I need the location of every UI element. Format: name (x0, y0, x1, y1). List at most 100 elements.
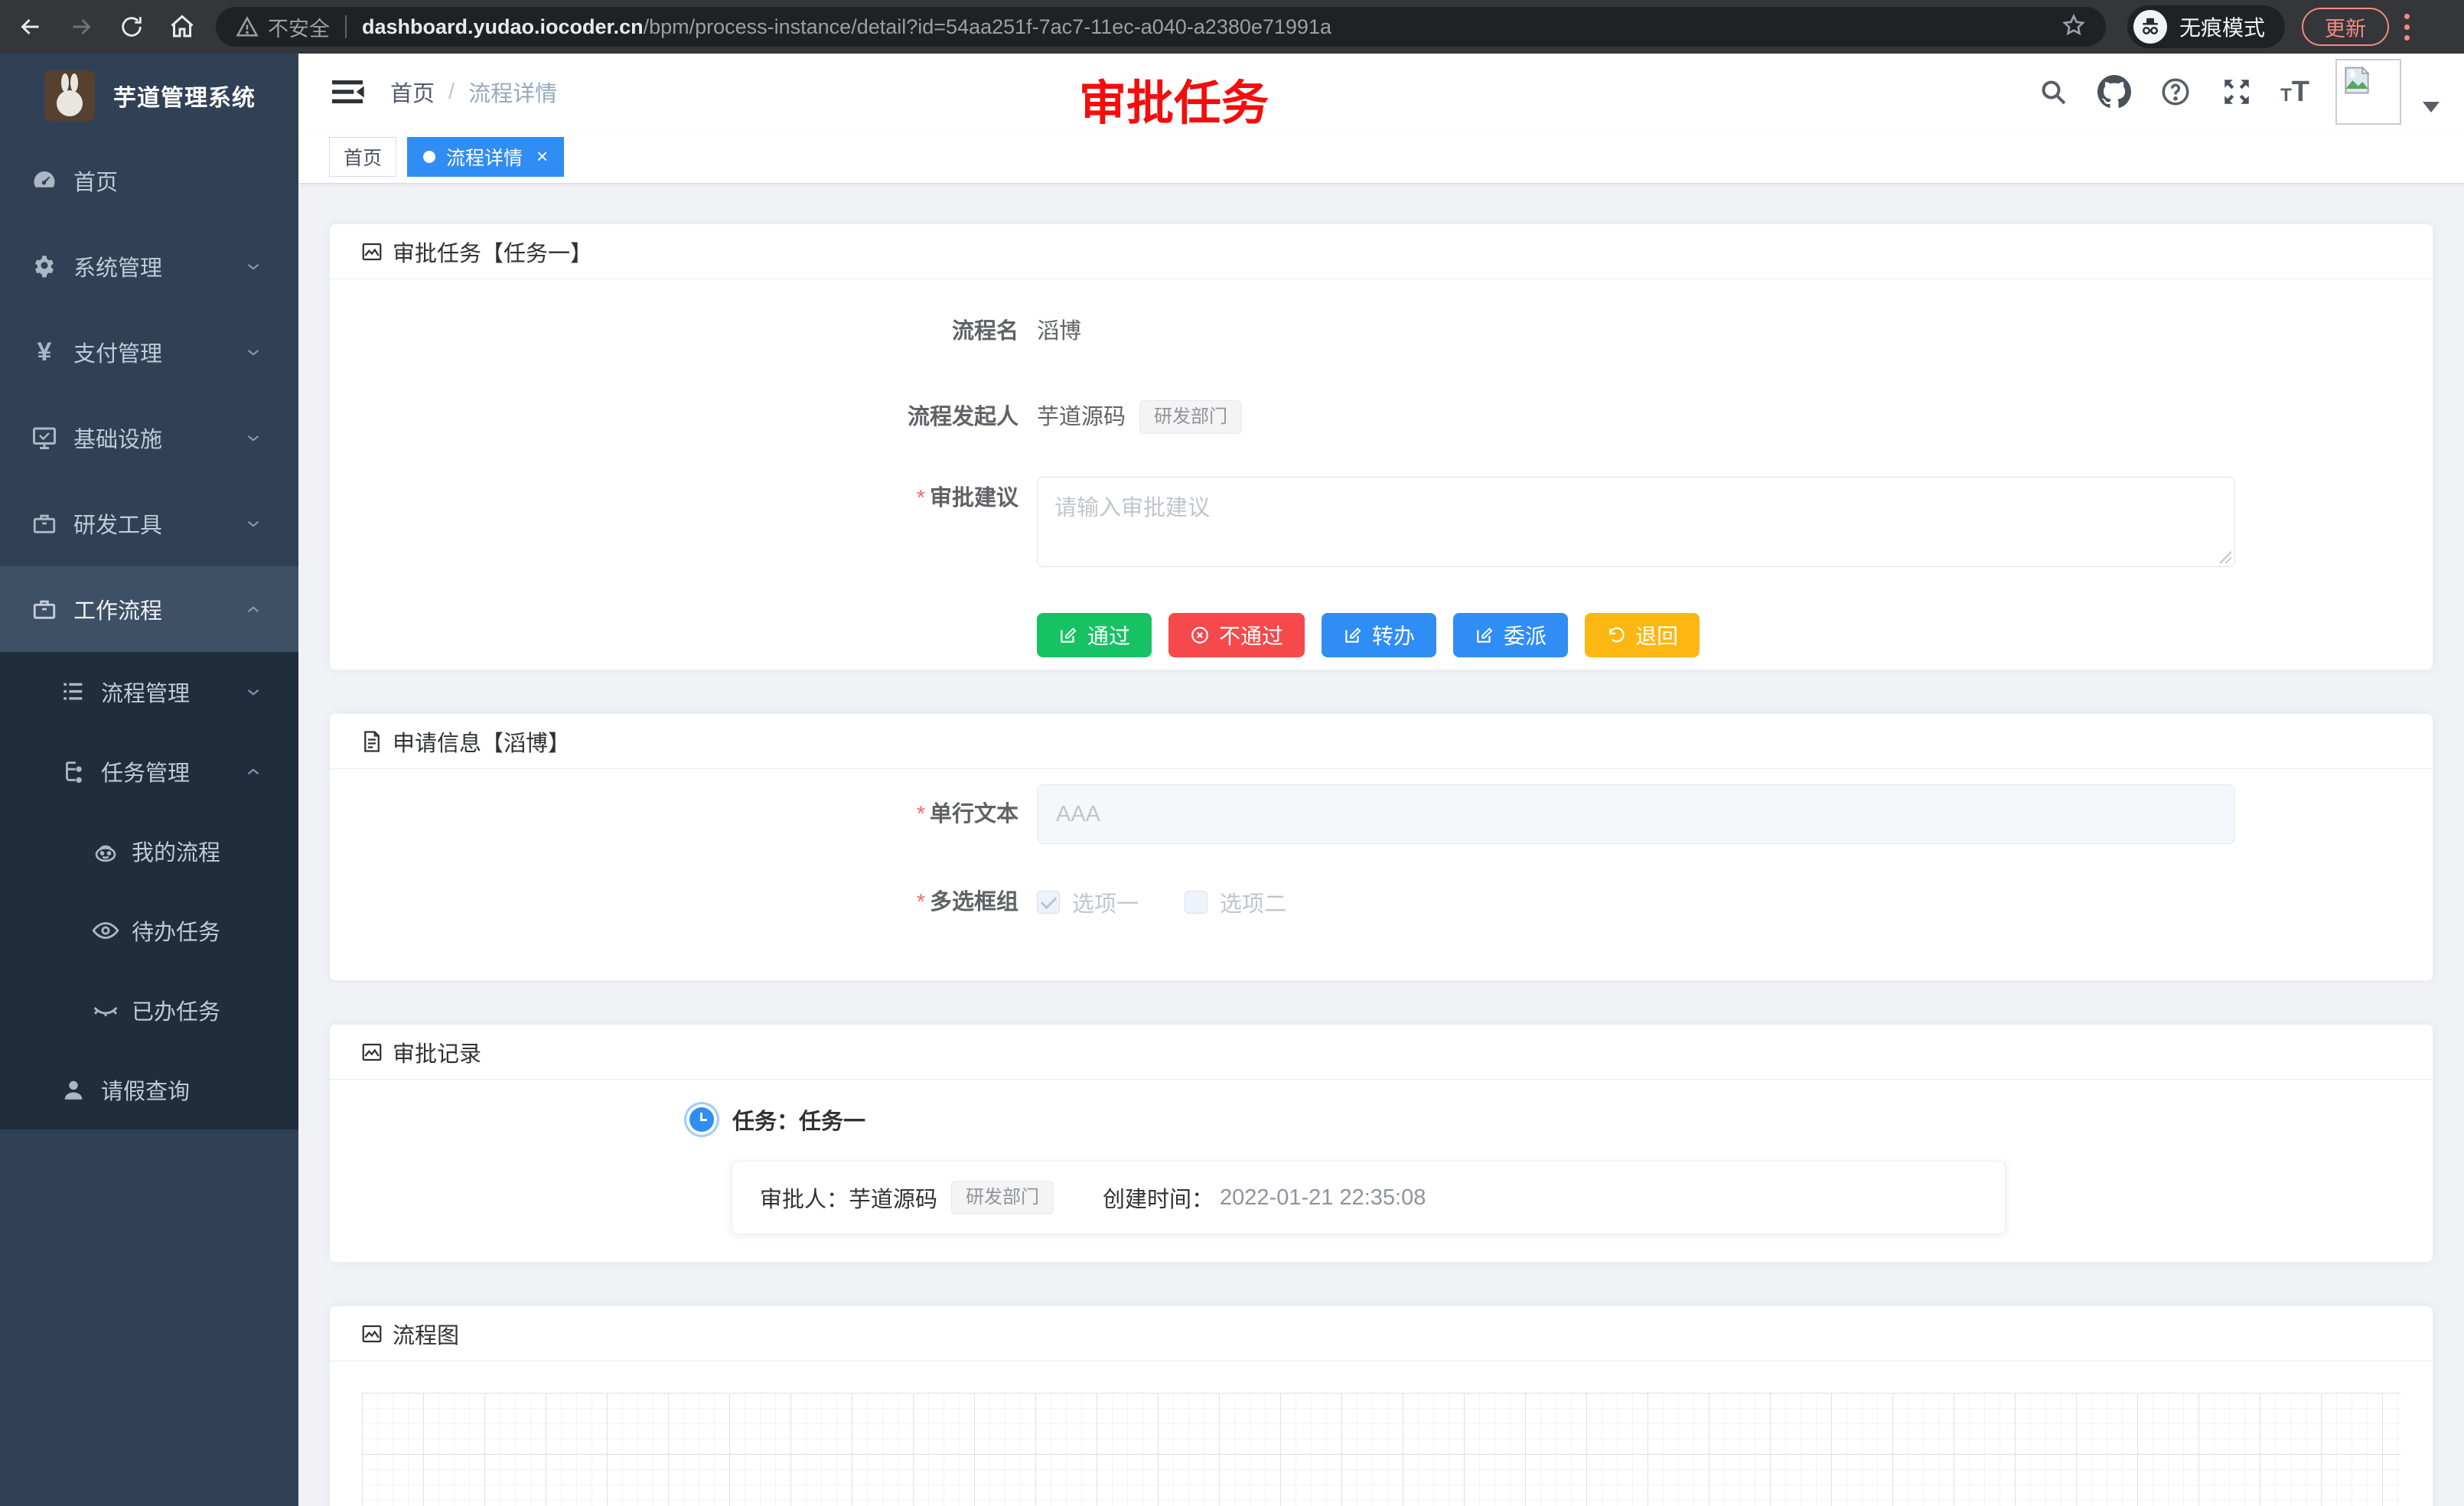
approval-actions: 通过 不通过 转办 委派 退回 (1037, 613, 2402, 693)
tab-close-icon[interactable]: × (536, 145, 548, 168)
chevron-down-icon (243, 513, 263, 533)
app-title: 芋道管理系统 (113, 79, 256, 112)
undo-icon (1606, 625, 1626, 645)
task-record-card: 审批人： 芋道源码 研发部门 创建时间： 2022-01-21 22:35:08 (732, 1161, 2006, 1234)
avatar-dropdown-caret[interactable] (2423, 102, 2440, 112)
workflow-submenu: 流程管理 任务管理 我的流程 待办任务 (0, 652, 298, 1130)
edit-icon (1475, 625, 1494, 645)
navbar-actions: TT (2035, 59, 2464, 125)
application-info-card: 申请信息【滔博】 *单行文本 AAA *多选框组 选项一 (329, 713, 2433, 981)
breadcrumb: 首页 / 流程详情 (390, 76, 557, 108)
sidebar-item-task-mgmt[interactable]: 任务管理 (0, 732, 298, 811)
top-navbar: 首页 / 流程详情 审批任务 TT (298, 54, 2464, 130)
transfer-button[interactable]: 转办 (1322, 613, 1436, 657)
initiator-row: 流程发起人 芋道源码 研发部门 (360, 396, 2402, 438)
org-tree-icon (58, 756, 89, 787)
breadcrumb-home[interactable]: 首页 (390, 76, 435, 108)
monitor-icon (29, 422, 60, 453)
app-logo-row[interactable]: 芋道管理系统 (0, 54, 298, 138)
incognito-icon (2133, 10, 2167, 44)
chevron-down-icon (243, 256, 263, 276)
delegate-button[interactable]: 委派 (1453, 613, 1568, 657)
edit-icon (1343, 625, 1363, 645)
sidebar-item-process-mgmt[interactable]: 流程管理 (0, 652, 298, 732)
url-separator (345, 15, 347, 38)
sidebar-item-devtools[interactable]: 研发工具 (0, 481, 298, 566)
approve-button[interactable]: 通过 (1037, 613, 1152, 657)
search-icon[interactable] (2035, 74, 2071, 109)
required-asterisk: * (917, 802, 925, 826)
active-tab-dot (423, 151, 435, 163)
briefcase-icon (29, 594, 60, 624)
required-asterisk: * (917, 890, 925, 914)
return-button[interactable]: 退回 (1585, 613, 1700, 657)
picture-icon (360, 1041, 383, 1064)
broken-image-icon (2340, 64, 2374, 97)
approval-task-card: 审批任务【任务一】 流程名 滔博 流程发起人 芋道源码 研发部门 *审批建议 (329, 223, 2433, 670)
document-icon (360, 730, 383, 753)
sidebar-item-todo-tasks[interactable]: 待办任务 (0, 891, 298, 970)
page-content: 审批任务【任务一】 流程名 滔博 流程发起人 芋道源码 研发部门 *审批建议 (298, 184, 2464, 1506)
face-icon (90, 836, 121, 866)
url-bar[interactable]: 不安全 dashboard.yudao.iocoder.cn/bpm/proce… (216, 7, 2106, 47)
sidebar-item-workflow[interactable]: 工作流程 (0, 566, 298, 652)
sidebar-item-done-tasks[interactable]: 已办任务 (0, 970, 298, 1050)
browser-menu-icon[interactable] (2404, 14, 2410, 41)
fullscreen-icon[interactable] (2219, 74, 2254, 109)
sidebar-item-home[interactable]: 首页 (0, 138, 298, 223)
reject-button[interactable]: 不通过 (1168, 613, 1305, 657)
browser-update-button[interactable]: 更新 (2302, 8, 2389, 46)
process-name-row: 流程名 滔博 (360, 310, 2402, 353)
tab-home[interactable]: 首页 (329, 137, 396, 177)
browser-reload-icon[interactable] (116, 11, 147, 42)
task-title: 任务：任务一 (732, 1103, 865, 1136)
checkbox-group: 选项一 选项二 (1037, 881, 1286, 924)
avatar[interactable] (2335, 59, 2401, 125)
sidebar-menu: 首页 系统管理 ¥ 支付管理 基础设施 研发工具 (0, 138, 298, 1130)
record-card-header: 审批记录 (330, 1025, 2433, 1080)
required-asterisk: * (917, 486, 925, 510)
app-logo (44, 70, 95, 121)
chevron-up-icon (243, 599, 263, 619)
resize-grip-icon[interactable] (2219, 551, 2231, 563)
sidebar-item-system[interactable]: 系统管理 (0, 223, 298, 309)
comment-textarea[interactable] (1038, 478, 2234, 566)
sidebar-item-leave-query[interactable]: 请假查询 (0, 1050, 298, 1130)
checkbox-option-2: 选项二 (1185, 886, 1286, 918)
picture-icon (360, 240, 383, 263)
bookmark-star-icon[interactable] (2061, 13, 2086, 41)
sidebar: 芋道管理系统 首页 系统管理 ¥ 支付管理 基础设施 (0, 54, 298, 1506)
checkbox-group-label: *多选框组 (360, 881, 1019, 924)
sidebar-item-my-process[interactable]: 我的流程 (0, 811, 298, 891)
bpmn-canvas[interactable] (362, 1393, 2400, 1506)
department-tag: 研发部门 (1139, 400, 1242, 434)
sidebar-collapse-icon[interactable] (326, 70, 369, 113)
main-area: 首页 / 流程详情 审批任务 TT 首页 流程详情 × (298, 54, 2464, 1506)
font-size-icon[interactable]: TT (2280, 76, 2309, 109)
sidebar-item-payment[interactable]: ¥ 支付管理 (0, 309, 298, 395)
sidebar-item-infrastructure[interactable]: 基础设施 (0, 395, 298, 481)
tab-process-detail[interactable]: 流程详情 × (407, 137, 564, 177)
single-text-row: *单行文本 AAA (360, 784, 2402, 844)
edit-icon (1058, 625, 1078, 645)
comment-textarea-wrap (1037, 477, 2235, 567)
github-icon[interactable] (2097, 74, 2132, 109)
picture-icon (360, 1322, 383, 1345)
incognito-badge: 无痕模式 (2127, 5, 2285, 48)
circle-close-icon (1190, 625, 1210, 645)
dashboard-icon (29, 165, 60, 196)
help-icon[interactable] (2158, 74, 2193, 109)
card-title: 审批记录 (393, 1036, 481, 1068)
approver-name: 芋道源码 (849, 1182, 937, 1214)
approver-label: 审批人： (760, 1182, 849, 1214)
list-tree-icon (58, 676, 89, 707)
tags-view-bar: 首页 流程详情 × (298, 130, 2464, 184)
browser-back-icon[interactable] (15, 11, 46, 42)
breadcrumb-separator: / (448, 80, 455, 105)
incognito-label: 无痕模式 (2179, 11, 2265, 42)
comment-label: *审批建议 (360, 477, 1019, 520)
process-name-label: 流程名 (360, 310, 1019, 353)
browser-forward-icon[interactable] (66, 11, 96, 42)
browser-home-icon[interactable] (167, 11, 197, 42)
process-name-value: 滔博 (1037, 310, 1081, 353)
